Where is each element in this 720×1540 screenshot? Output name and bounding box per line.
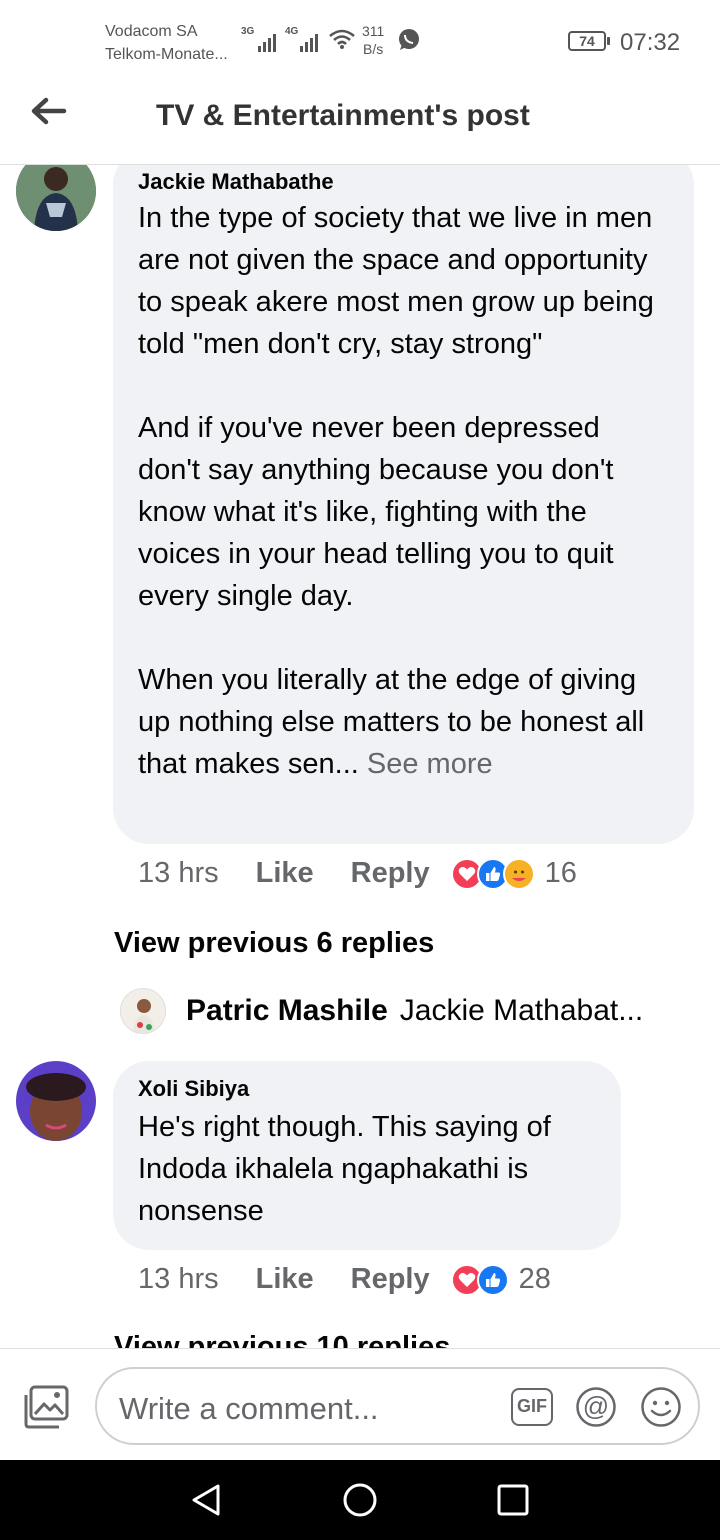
speed-value: 311: [362, 23, 385, 39]
nav-back-icon[interactable]: [188, 1482, 224, 1518]
like-button[interactable]: Like: [256, 857, 314, 890]
clock: 07:32: [620, 29, 681, 56]
emoji-icon[interactable]: [640, 1386, 682, 1428]
whatsapp-icon: [399, 29, 419, 50]
reply-button[interactable]: Reply: [351, 1263, 430, 1296]
carrier-info: Vodacom SA Telkom-Monate...: [105, 20, 228, 66]
latest-reply[interactable]: Patric Mashile Jackie Mathabat...: [120, 988, 643, 1034]
reply-author[interactable]: Patric Mashile: [186, 994, 388, 1028]
photo-icon[interactable]: [22, 1384, 70, 1430]
avatar-jackie[interactable]: [16, 165, 96, 231]
comment-time[interactable]: 13 hrs: [138, 857, 219, 890]
like-button[interactable]: Like: [256, 1263, 314, 1296]
comment-composer: Write a comment... GIF @: [0, 1348, 720, 1460]
reply-button[interactable]: Reply: [351, 857, 430, 890]
battery-indicator: 74: [568, 31, 610, 51]
comment-bubble[interactable]: Xoli Sibiya He's right though. This sayi…: [113, 1061, 621, 1250]
nav-home-icon[interactable]: [342, 1482, 378, 1518]
gif-icon[interactable]: GIF: [511, 1388, 553, 1426]
like-reaction-icon: [476, 1263, 509, 1296]
network-speed: 311 B/s: [362, 22, 384, 58]
carrier-2: Telkom-Monate...: [105, 46, 228, 63]
avatar-xoli[interactable]: [16, 1061, 96, 1141]
reply-preview: Jackie Mathabat...: [399, 994, 644, 1027]
comment-actions: 13 hrs Like Reply 16: [138, 857, 577, 890]
view-previous-replies[interactable]: View previous 6 replies: [114, 927, 434, 960]
reactions-summary[interactable]: 16: [450, 857, 577, 890]
status-bar: Vodacom SA Telkom-Monate... 3G 4G 311 B/…: [0, 0, 720, 78]
reactions-summary[interactable]: 28: [450, 1263, 551, 1296]
see-more-link[interactable]: See more: [359, 748, 493, 780]
wifi-icon: [329, 29, 355, 49]
network-type-2: 4G: [285, 26, 299, 37]
speed-unit: B/s: [363, 41, 384, 57]
nav-recents-icon[interactable]: [496, 1483, 530, 1517]
avatar-patric[interactable]: [120, 988, 166, 1034]
system-navigation-bar: [0, 1460, 720, 1540]
page-title: TV & Entertainment's post: [156, 99, 530, 132]
comment-actions: 13 hrs Like Reply 28: [138, 1263, 551, 1296]
signal-bars-1-icon: [258, 30, 276, 52]
svg-text:@: @: [583, 1391, 609, 1421]
comment-text: He's right though. This saying of Indoda…: [138, 1111, 551, 1227]
comment-text: In the type of society that we live in m…: [138, 197, 669, 785]
mention-icon[interactable]: @: [575, 1386, 617, 1428]
comments-feed[interactable]: Jackie Mathabathe In the type of society…: [0, 165, 720, 1348]
carrier-1: Vodacom SA: [105, 23, 198, 40]
comment-input[interactable]: Write a comment... GIF @: [95, 1367, 700, 1445]
signal-bars-2-icon: [300, 30, 318, 52]
reaction-count: 16: [544, 857, 577, 889]
comment-author[interactable]: Jackie Mathabathe: [138, 169, 669, 195]
comment-placeholder: Write a comment...: [119, 1391, 379, 1426]
post-header: TV & Entertainment's post: [0, 78, 720, 165]
reaction-count: 28: [518, 1263, 551, 1295]
comment-bubble[interactable]: Jackie Mathabathe In the type of society…: [113, 165, 694, 844]
care-reaction-icon: [502, 857, 535, 890]
back-arrow-icon[interactable]: [28, 95, 68, 127]
comment-time[interactable]: 13 hrs: [138, 1263, 219, 1296]
network-type-1: 3G: [241, 26, 255, 37]
comment-body: In the type of society that we live in m…: [138, 202, 654, 780]
view-previous-replies[interactable]: View previous 10 replies: [114, 1331, 450, 1348]
comment-author[interactable]: Xoli Sibiya: [138, 1076, 596, 1102]
